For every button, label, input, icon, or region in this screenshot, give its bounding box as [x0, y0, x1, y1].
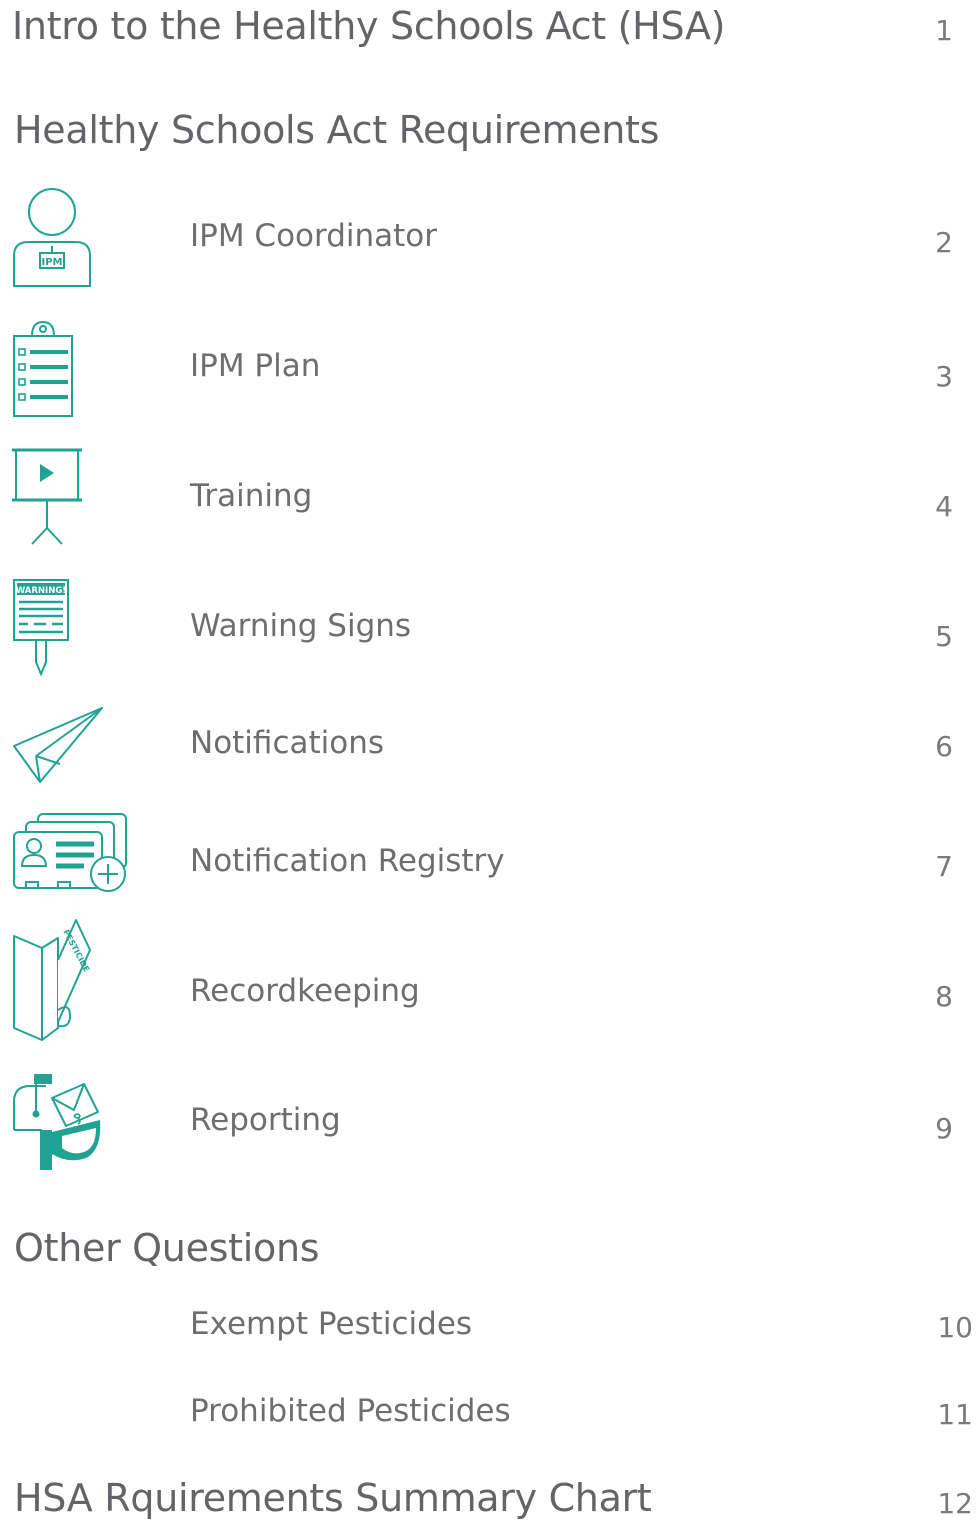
ipm-plan-label: IPM Plan [190, 348, 321, 384]
warning-signs-page-number: 5 [935, 620, 953, 653]
other-questions-heading: Other Questions [14, 1226, 320, 1270]
projector-screen-icon [10, 448, 84, 548]
warning-sign-icon: WARNING! [12, 578, 70, 678]
reporting-page-number: 9 [935, 1112, 953, 1145]
recordkeeping-page-number: 8 [935, 980, 953, 1013]
training-page-number: 4 [935, 490, 953, 523]
mailbox-icon [12, 1072, 104, 1172]
prohibited-pesticides-page-number: 11 [937, 1398, 973, 1431]
paper-plane-icon [12, 706, 106, 786]
intro-page-number: 1 [935, 14, 953, 47]
exempt-pesticides-label: Exempt Pesticides [190, 1306, 473, 1342]
reporting-label: Reporting [190, 1102, 341, 1138]
notifications-page-number: 6 [935, 730, 953, 763]
exempt-pesticides-page-number: 10 [937, 1311, 973, 1344]
notification-registry-page-number: 7 [935, 850, 953, 883]
requirements-heading: Healthy Schools Act Requirements [14, 108, 660, 152]
ipm-coordinator-page-number: 2 [935, 226, 953, 259]
summary-chart-page-number: 12 [937, 1487, 973, 1520]
svg-text:WARNING!: WARNING! [16, 586, 66, 596]
training-label: Training [190, 478, 313, 514]
svg-text:IPM: IPM [41, 257, 62, 268]
notification-registry-label: Notification Registry [190, 843, 505, 879]
warning-signs-label: Warning Signs [190, 608, 412, 644]
ipm-plan-page-number: 3 [935, 360, 953, 393]
folder-pesticide-icon: PESTICIDE [12, 918, 92, 1044]
ipm-coordinator-label: IPM Coordinator [190, 218, 438, 254]
clipboard-checklist-icon [12, 318, 74, 418]
prohibited-pesticides-label: Prohibited Pesticides [190, 1393, 511, 1429]
summary-chart-title: HSA Rquirements Summary Chart [14, 1476, 652, 1520]
notifications-label: Notifications [190, 725, 385, 761]
intro-title: Intro to the Healthy Schools Act (HSA) [12, 4, 726, 48]
recordkeeping-label: Recordkeeping [190, 973, 420, 1009]
ipm-coordinator-icon: IPM [12, 188, 92, 288]
id-cards-add-icon [12, 812, 128, 892]
